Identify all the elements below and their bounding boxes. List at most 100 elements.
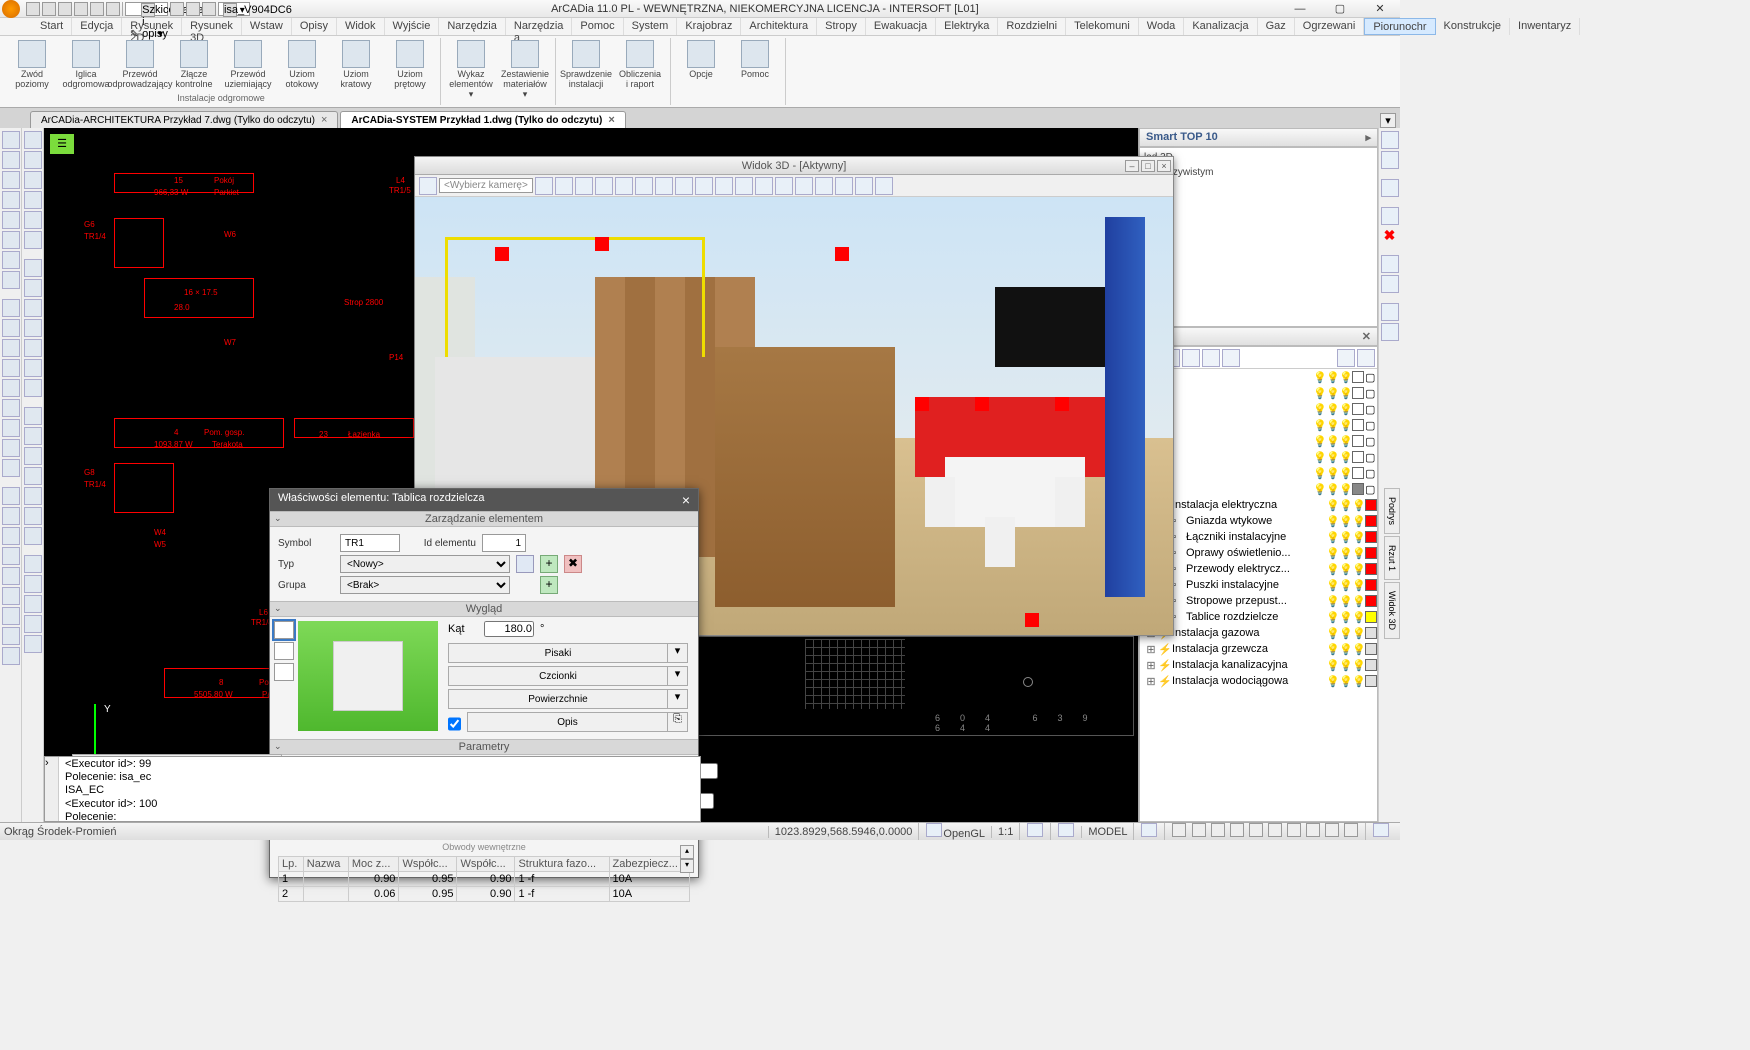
- tree-item[interactable]: ▫▫Stropowe przepust...💡💡💡: [1140, 593, 1377, 609]
- tool-icon[interactable]: [24, 231, 42, 249]
- menu-narzędzia[interactable]: Narzędzia: [439, 18, 506, 35]
- layer-row[interactable]: •💡💡💡▢: [1140, 385, 1377, 401]
- red-x[interactable]: ✖: [1381, 227, 1399, 245]
- tool-icon[interactable]: [24, 319, 42, 337]
- font-icon[interactable]: [1381, 323, 1399, 341]
- angle-field[interactable]: [484, 621, 534, 637]
- cad-element[interactable]: [114, 418, 284, 448]
- menu-pomoc[interactable]: Pomoc: [572, 18, 623, 35]
- qat-lightbulb-icon[interactable]: [170, 2, 184, 16]
- layer-row[interactable]: •💡💡💡▢: [1140, 465, 1377, 481]
- drawing-canvas[interactable]: YX 15Pokój966,33 WParkietL4TR1/5G6TR1/4W…: [44, 128, 1138, 822]
- view3d-tool-12[interactable]: [755, 177, 773, 195]
- view3d-tool-6[interactable]: [635, 177, 653, 195]
- view3d-tool-2[interactable]: [555, 177, 573, 195]
- tree-item[interactable]: ▫▫Łączniki instalacyjne💡💡💡: [1140, 529, 1377, 545]
- layer-tool-5[interactable]: [1222, 349, 1240, 367]
- menu-ogrzewani[interactable]: Ogrzewani: [1295, 18, 1365, 35]
- qat-print-icon[interactable]: [74, 2, 88, 16]
- project-item[interactable]: -Oś: [1142, 195, 1375, 210]
- tool-icon[interactable]: [2, 151, 20, 169]
- type-select[interactable]: <Nowy>: [340, 555, 510, 573]
- section-parameters[interactable]: ⌄Parametry: [270, 739, 698, 755]
- ribbon-button[interactable]: Przewóduziemiający: [224, 40, 272, 90]
- tool-icon[interactable]: [2, 607, 20, 625]
- command-log[interactable]: › <Executor id>: 99Polecenie: isa_ecISA_…: [44, 756, 701, 822]
- document-tab[interactable]: ArCADia-ARCHITEKTURA Przykład 7.dwg (Tyl…: [30, 111, 338, 128]
- ribbon-button[interactable]: Uziomkratowy: [332, 40, 380, 90]
- project-item[interactable]: mień: [1142, 180, 1375, 195]
- menu-konstrukcje[interactable]: Konstrukcje: [1436, 18, 1510, 35]
- tool-icon[interactable]: [2, 507, 20, 525]
- toggle-2[interactable]: [1192, 823, 1206, 837]
- qat-dropdown-layer[interactable]: isa_V904DC6 ▾: [218, 2, 250, 16]
- ribbon-button[interactable]: Zwódpoziomy: [8, 40, 56, 90]
- tool-icon[interactable]: [24, 299, 42, 317]
- ribbon-button[interactable]: Wykazelementów ▾: [447, 40, 495, 100]
- menu-telekomuni[interactable]: Telekomuni: [1066, 18, 1139, 35]
- menu-opisy[interactable]: Opisy: [292, 18, 337, 35]
- vtab[interactable]: Podrys: [1384, 488, 1400, 534]
- tool-icon[interactable]: [2, 587, 20, 605]
- col-header[interactable]: Lp.: [279, 857, 304, 872]
- toggle-5[interactable]: [1249, 823, 1263, 837]
- layer-row[interactable]: •💡💡💡▢: [1140, 401, 1377, 417]
- view3d-tool-8[interactable]: [675, 177, 693, 195]
- ribbon-button[interactable]: Opcje: [677, 40, 725, 80]
- menu-narzędzia a[interactable]: Narzędzia a: [506, 18, 573, 35]
- view3d-tool-14[interactable]: [795, 177, 813, 195]
- vtab[interactable]: Widok 3D: [1384, 582, 1400, 639]
- view3d-tool-17[interactable]: [855, 177, 873, 195]
- tool-icon[interactable]: [24, 595, 42, 613]
- tool-icon[interactable]: [2, 191, 20, 209]
- tool-icon[interactable]: [24, 575, 42, 593]
- layers-panel[interactable]: •💡💡💡▢•💡💡💡▢•💡💡💡▢•💡💡💡▢•💡💡💡▢•💡💡💡▢•💡💡💡▢•💡💡💡▢…: [1139, 346, 1378, 822]
- toggle-1[interactable]: [1172, 823, 1186, 837]
- tree-item[interactable]: ▫▫Gniazda wtykowe💡💡💡: [1140, 513, 1377, 529]
- view3d-tool-1[interactable]: [535, 177, 553, 195]
- tool-icon[interactable]: [2, 399, 20, 417]
- tool-icon[interactable]: [24, 171, 42, 189]
- view3d-tool-4[interactable]: [595, 177, 613, 195]
- qat-undo-icon[interactable]: [90, 2, 104, 16]
- view3d-refresh-icon[interactable]: [419, 177, 437, 195]
- close-button[interactable]: ✕: [1360, 0, 1400, 18]
- col-header[interactable]: Zabezpiecz...: [609, 857, 690, 872]
- tool-icon[interactable]: [2, 319, 20, 337]
- fonts-button[interactable]: Czcionki: [448, 666, 668, 686]
- col-header[interactable]: Współc...: [457, 857, 515, 872]
- view3d-tool-7[interactable]: [655, 177, 673, 195]
- qat-open-icon[interactable]: [42, 2, 56, 16]
- tool-icon[interactable]: [24, 615, 42, 633]
- group-add-button[interactable]: +: [540, 576, 558, 594]
- ribbon-button[interactable]: Sprawdzenieinstalacji: [562, 40, 610, 90]
- tool-icon[interactable]: [2, 299, 20, 317]
- tool-icon[interactable]: [2, 171, 20, 189]
- symbol-field[interactable]: [340, 534, 400, 552]
- cad-element[interactable]: [114, 173, 254, 193]
- canvas-menu-icon[interactable]: [50, 134, 74, 154]
- layers-panel-header[interactable]: ✕: [1139, 327, 1378, 346]
- group-select[interactable]: <Brak>: [340, 576, 510, 594]
- dialog-close-button[interactable]: ×: [682, 492, 690, 508]
- description-config-icon[interactable]: ⎘: [668, 712, 688, 732]
- cad-element[interactable]: [144, 278, 254, 318]
- tool-icon[interactable]: [2, 231, 20, 249]
- view3d-minimize[interactable]: –: [1125, 160, 1139, 172]
- tree-item[interactable]: ⊞⚡Instalacja wodociągowa💡💡💡: [1140, 673, 1377, 689]
- surfaces-button[interactable]: Powierzchnie: [448, 689, 668, 709]
- tool-icon[interactable]: [24, 339, 42, 357]
- menu-system[interactable]: System: [624, 18, 678, 35]
- qat-sun-icon[interactable]: [186, 2, 200, 16]
- tool-icon[interactable]: [24, 279, 42, 297]
- tool-icon[interactable]: [24, 447, 42, 465]
- tool-icon[interactable]: [24, 555, 42, 573]
- tool-icon[interactable]: [24, 635, 42, 653]
- cad-element[interactable]: [114, 463, 174, 513]
- project-panel[interactable]: ląd 3Dw rzeczywistymmień-Oś: [1139, 147, 1378, 327]
- smart-panel-header[interactable]: Smart TOP 10▸: [1139, 128, 1378, 147]
- view3d-close[interactable]: ×: [1157, 160, 1171, 172]
- table-scroll-down[interactable]: ▾: [680, 859, 694, 873]
- tree-item[interactable]: ▫▫Tablice rozdzielcze💡💡💡: [1140, 609, 1377, 625]
- tool-icon[interactable]: [24, 379, 42, 397]
